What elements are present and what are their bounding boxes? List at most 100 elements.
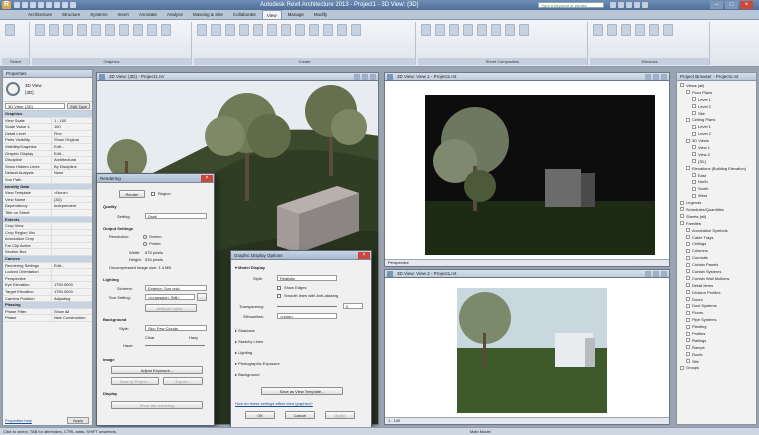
photographic-exposure-section[interactable]: ▸ Photographic Exposure: [235, 361, 280, 366]
browser-item[interactable]: Elevations (Building Elevation): [677, 165, 756, 172]
property-value[interactable]: Independent: [52, 203, 92, 209]
browser-item[interactable]: Detail Items: [677, 282, 756, 289]
visibility-graphics-icon[interactable]: [49, 24, 59, 36]
browser-item[interactable]: Views (all): [677, 82, 756, 89]
application-menu-button[interactable]: R: [2, 1, 11, 9]
smooth-lines-checkbox[interactable]: [277, 294, 281, 298]
expand-toggle-icon[interactable]: [686, 303, 690, 308]
property-group[interactable]: Phasing: [3, 302, 92, 309]
expand-toggle-icon[interactable]: [686, 331, 690, 336]
property-group[interactable]: Identity Data: [3, 183, 92, 191]
text-icon[interactable]: [62, 2, 68, 8]
browser-item[interactable]: Level 2: [677, 130, 756, 137]
expand-toggle-icon[interactable]: [686, 255, 690, 260]
quality-setting-select[interactable]: Draft: [145, 213, 207, 219]
shadows-section[interactable]: ▸ Shadows: [235, 328, 255, 333]
property-value[interactable]: [52, 243, 92, 249]
background-style-select[interactable]: Sky: Few Clouds: [145, 325, 207, 331]
close-button[interactable]: ×: [740, 1, 753, 9]
tile-icon[interactable]: [649, 24, 659, 36]
browser-item[interactable]: 3D Views: [677, 137, 756, 144]
close-view-button[interactable]: [661, 271, 667, 277]
browser-item[interactable]: Ceiling Plans: [677, 116, 756, 123]
callout-icon[interactable]: [225, 24, 235, 36]
maximize-view-button[interactable]: [362, 74, 368, 80]
matchline-icon[interactable]: [505, 24, 515, 36]
browser-item[interactable]: {3D}: [677, 158, 756, 165]
property-value[interactable]: New Construction: [52, 315, 92, 321]
property-value[interactable]: 1750.0000: [52, 289, 92, 295]
browser-item[interactable]: Level 2: [677, 103, 756, 110]
browser-item[interactable]: Doors: [677, 296, 756, 303]
property-value[interactable]: Edit...: [52, 263, 92, 269]
tab-annotate[interactable]: Annotate: [135, 10, 161, 19]
browser-item[interactable]: East: [677, 172, 756, 179]
expand-toggle-icon[interactable]: [692, 179, 696, 184]
3d-view-icon[interactable]: [70, 2, 76, 8]
property-value[interactable]: [52, 276, 92, 282]
title-block-icon[interactable]: [435, 24, 445, 36]
drafting-view-icon[interactable]: [267, 24, 277, 36]
expand-toggle-icon[interactable]: [686, 138, 690, 143]
ok-button[interactable]: OK: [245, 411, 275, 419]
browser-item[interactable]: Division Profiles: [677, 289, 756, 296]
render-button[interactable]: Render: [119, 190, 145, 198]
view-control-bar[interactable]: 1 : 100: [385, 417, 669, 424]
expand-toggle-icon[interactable]: [692, 173, 696, 178]
expand-toggle-icon[interactable]: [686, 352, 690, 357]
expand-toggle-icon[interactable]: [686, 297, 690, 302]
property-value[interactable]: Show Original: [52, 137, 92, 143]
settings-help-link[interactable]: How do these settings affect view graphi…: [235, 401, 313, 406]
measure-icon[interactable]: [54, 2, 60, 8]
tab-view[interactable]: View: [261, 10, 282, 19]
browser-item[interactable]: Curtain Wall Mullions: [677, 275, 756, 282]
property-value[interactable]: None: [52, 170, 92, 176]
property-value[interactable]: 1750.0000: [52, 282, 92, 288]
cascade-icon[interactable]: [635, 24, 645, 36]
close-view-button[interactable]: [370, 74, 376, 80]
property-value[interactable]: [52, 249, 92, 255]
transparency-slider[interactable]: [277, 306, 337, 307]
browser-item[interactable]: West: [677, 192, 756, 199]
expand-toggle-icon[interactable]: [686, 338, 690, 343]
tab-analyze[interactable]: Analyze: [163, 10, 187, 19]
remove-hidden-lines-icon[interactable]: [105, 24, 115, 36]
cloud-render-icon[interactable]: [147, 24, 157, 36]
adjust-exposure-button[interactable]: Adjust Exposure...: [111, 366, 203, 374]
browser-item[interactable]: Sheets (all): [677, 213, 756, 220]
tab-architecture[interactable]: Architecture: [24, 10, 56, 19]
apply-button[interactable]: Apply: [325, 411, 355, 419]
property-value[interactable]: <None>: [52, 190, 92, 196]
property-value[interactable]: [52, 236, 92, 242]
render-icon[interactable]: [133, 24, 143, 36]
tab-manage[interactable]: Manage: [284, 10, 308, 19]
open-icon[interactable]: [14, 2, 20, 8]
close-view-button[interactable]: [661, 74, 667, 80]
print-icon[interactable]: [46, 2, 52, 8]
background-section[interactable]: ▸ Background: [235, 372, 259, 377]
minimize-view-button[interactable]: [645, 271, 651, 277]
browser-item[interactable]: Curtain Panels: [677, 261, 756, 268]
undo-icon[interactable]: [30, 2, 36, 8]
expand-toggle-icon[interactable]: [680, 221, 684, 226]
redo-icon[interactable]: [38, 2, 44, 8]
apply-button[interactable]: Apply: [67, 417, 89, 424]
browser-item[interactable]: Legends: [677, 199, 756, 206]
save-as-view-template-button[interactable]: Save as View Template...: [261, 387, 343, 395]
minimize-view-button[interactable]: [645, 74, 651, 80]
browser-item[interactable]: Curtain Systems: [677, 268, 756, 275]
close-hidden-icon[interactable]: [607, 24, 617, 36]
cut-profile-icon[interactable]: [119, 24, 129, 36]
view-window-camera-2[interactable]: 3D View: View 2 - Project1.rvt 1 : 100: [384, 269, 670, 425]
star-icon[interactable]: [634, 2, 640, 8]
browser-item[interactable]: View 1: [677, 144, 756, 151]
active-model[interactable]: Main Model: [470, 428, 491, 435]
expand-toggle-icon[interactable]: [692, 145, 696, 150]
property-group[interactable]: Extents: [3, 216, 92, 224]
replicate-icon[interactable]: [621, 24, 631, 36]
expand-toggle-icon[interactable]: [680, 207, 684, 212]
thin-lines-icon[interactable]: [77, 24, 87, 36]
expand-toggle-icon[interactable]: [686, 262, 690, 267]
sun-setting-field[interactable]: <In-session, Still>: [145, 294, 195, 300]
expand-toggle-icon[interactable]: [686, 117, 690, 122]
